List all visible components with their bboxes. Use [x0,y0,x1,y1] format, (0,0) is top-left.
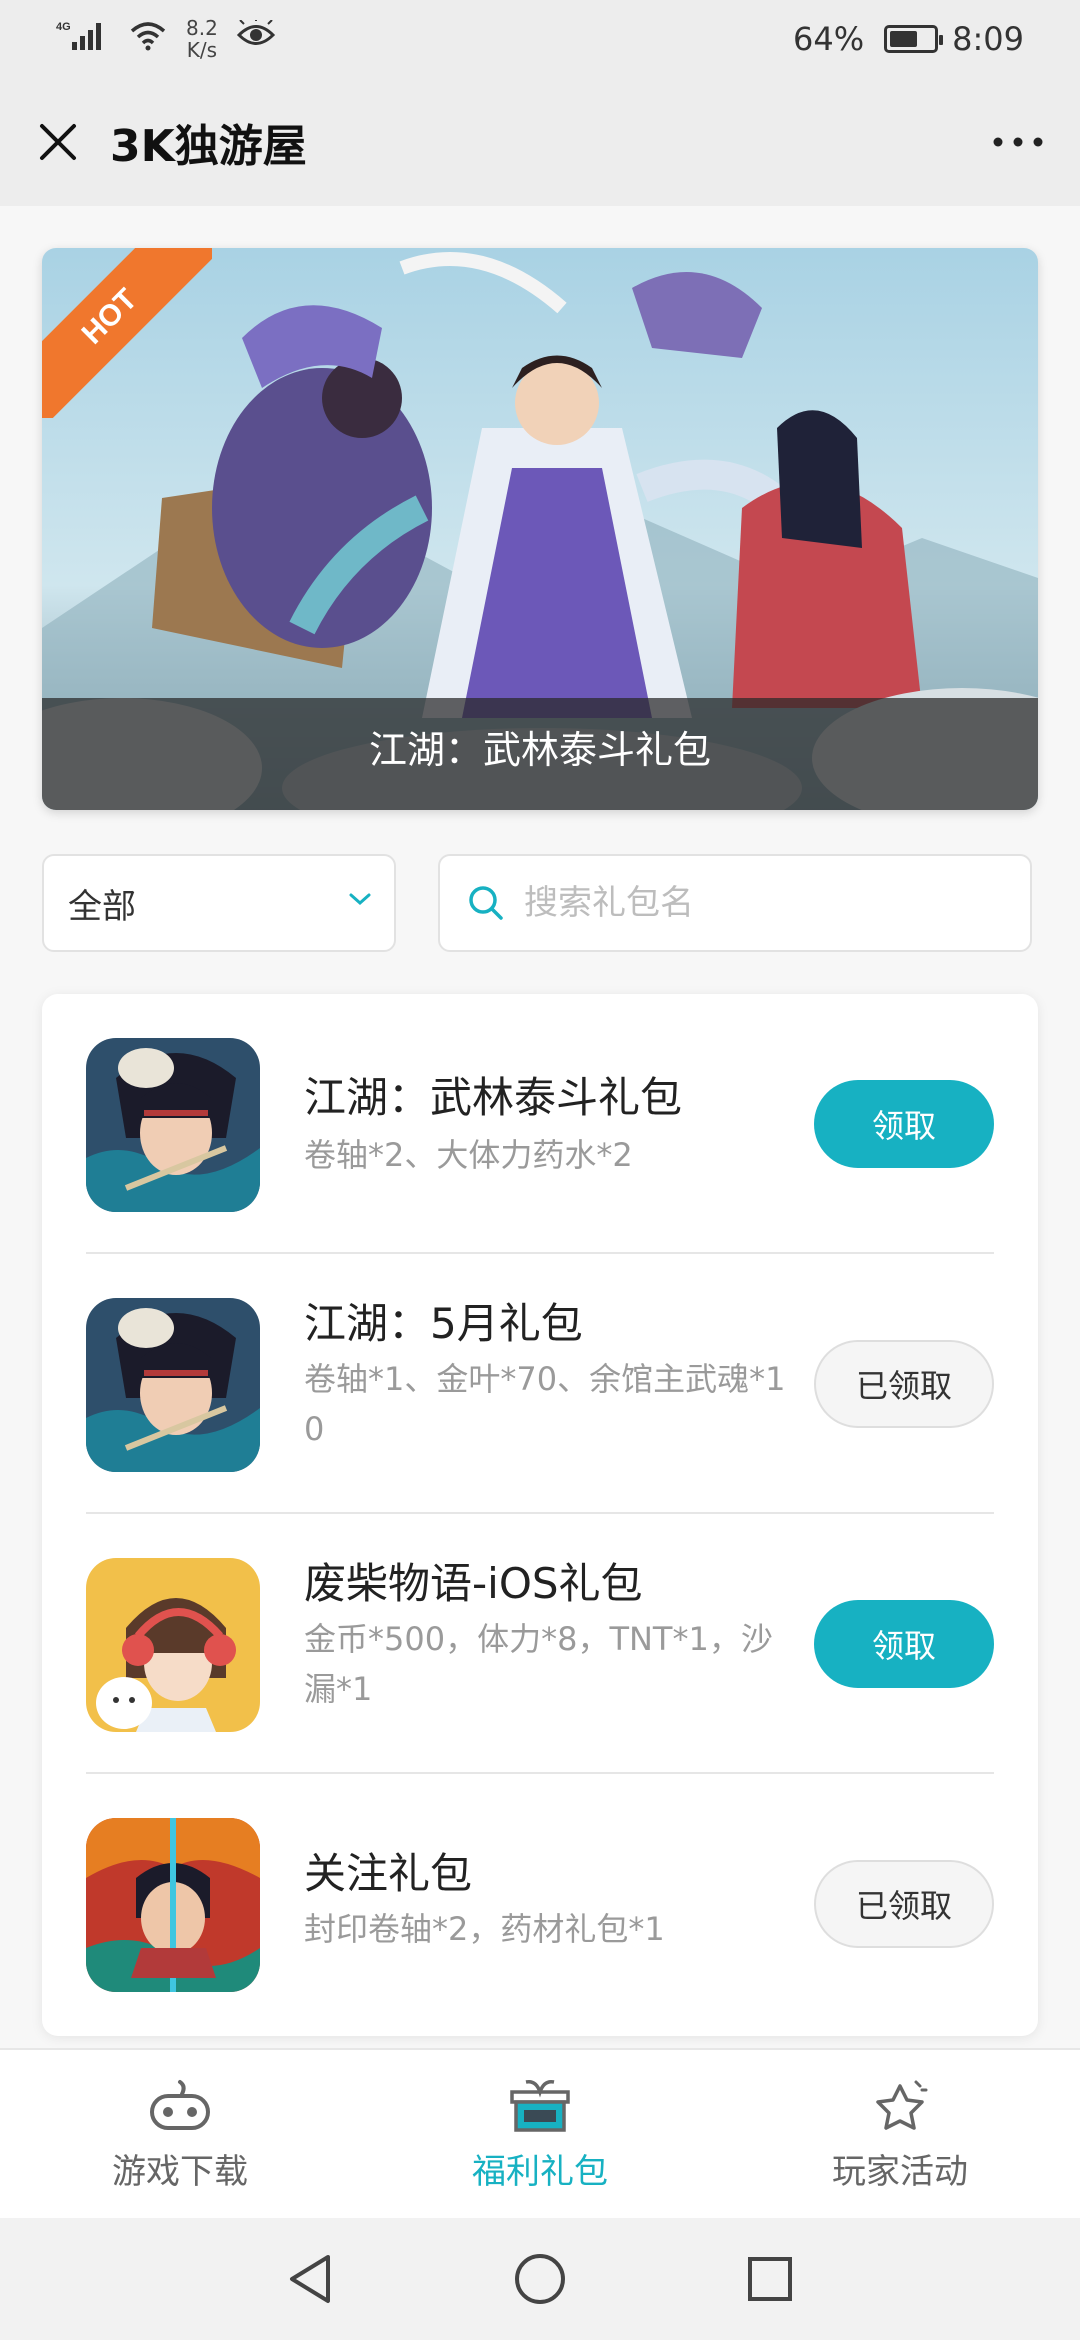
gift-name: 废柴物语-iOS礼包 [304,1559,643,1608]
gift-description: 封印卷轴*2，药材礼包*1 [304,1910,665,1948]
battery-percent: 64% [793,20,865,58]
gift-item: 废柴物语-iOS礼包 金币*500，体力*8，TNT*1，沙漏*1 领取 [86,1514,994,1774]
tab-label: 玩家活动 [832,2152,968,2192]
tab-welfare-gifts[interactable]: 福利礼包 [360,2050,720,2218]
featured-banner[interactable]: HOT 江湖：武林泰斗礼包 [42,248,1038,810]
gift-name: 江湖：5月礼包 [304,1299,583,1348]
game-icon-jianghu [86,1038,260,1212]
banner-caption: 江湖：武林泰斗礼包 [42,698,1038,810]
hot-badge: HOT [42,248,212,418]
game-icon-jianghu [86,1298,260,1472]
chevron-down-icon [349,893,371,906]
gift-description: 金币*500，体力*8，TNT*1，沙漏*1 [304,1620,773,1708]
gift-description: 卷轴*2、大体力药水*2 [304,1136,633,1174]
claimed-button[interactable]: 已领取 [814,1860,994,1948]
page-title: 3K独游屋 [110,121,307,172]
close-button[interactable] [28,112,88,172]
search-box[interactable] [438,854,1032,952]
recents-button[interactable] [740,2249,800,2309]
status-left: 4G 8.2 K/s [56,17,276,61]
star-icon [876,2080,928,2130]
claimed-button[interactable]: 已领取 [814,1340,994,1428]
clock: 8:09 [952,20,1024,58]
tab-label: 福利礼包 [472,2152,608,2192]
tab-player-events[interactable]: 玩家活动 [720,2050,1080,2218]
back-triangle-icon [290,2255,330,2303]
gift-item: 江湖：5月礼包 卷轴*1、金叶*70、余馆主武魂*10 已领取 [86,1254,994,1514]
network-speed: 8.2 K/s [186,17,218,61]
home-circle-icon [515,2254,565,2304]
home-button[interactable] [510,2249,570,2309]
hot-badge-text: HOT [42,248,212,418]
filter-selected-value: 全部 [68,886,136,927]
status-bar: 4G 8.2 K/s 64% 8:09 [0,0,1080,78]
bottom-nav: 游戏下载 福利礼包 玩家活动 [0,2048,1080,2218]
category-filter-select[interactable]: 全部 [42,854,396,952]
claim-button[interactable]: 领取 [814,1600,994,1688]
status-right: 64% 8:09 [793,20,1024,58]
gift-name: 江湖：武林泰斗礼包 [304,1073,683,1122]
wifi-icon [128,19,168,59]
gift-name: 关注礼包 [304,1849,473,1898]
search-input[interactable] [524,883,1004,923]
network-type: 4G [56,21,71,33]
gamepad-icon [150,2080,210,2130]
back-button[interactable] [280,2249,340,2309]
gift-item: 关注礼包 封印卷轴*2，药材礼包*1 已领取 [86,1774,994,2034]
app-header: 3K独游屋 [0,78,1080,206]
eye-icon [236,17,276,58]
gift-list: 江湖：武林泰斗礼包 卷轴*2、大体力药水*2 领取 江湖：5月礼包 卷轴*1、金 [42,994,1038,2036]
system-nav-bar [0,2218,1080,2340]
tab-game-download[interactable]: 游戏下载 [0,2050,360,2218]
signal-icon: 4G [56,18,110,60]
search-icon [469,886,503,920]
recents-square-icon [748,2257,792,2301]
gift-icon [510,2079,570,2132]
close-icon [40,124,76,160]
speed-unit: K/s [186,38,218,62]
speed-value: 8.2 [186,16,218,40]
game-icon-feichai [86,1558,260,1732]
battery-icon [884,25,944,53]
more-icon [993,137,1043,147]
claim-button[interactable]: 领取 [814,1080,994,1168]
battery-fill [890,31,918,47]
gift-description: 卷轴*1、金叶*70、余馆主武魂*10 [304,1360,786,1448]
tab-label: 游戏下载 [112,2152,248,2192]
gift-item: 江湖：武林泰斗礼包 卷轴*2、大体力药水*2 领取 [86,994,994,1254]
more-button[interactable] [986,110,1050,174]
game-icon-guanzhu [86,1818,260,1992]
main-content: HOT 江湖：武林泰斗礼包 全部 搜索礼包名 江湖：武林泰斗礼包 卷轴*2、大体… [0,206,1080,2048]
